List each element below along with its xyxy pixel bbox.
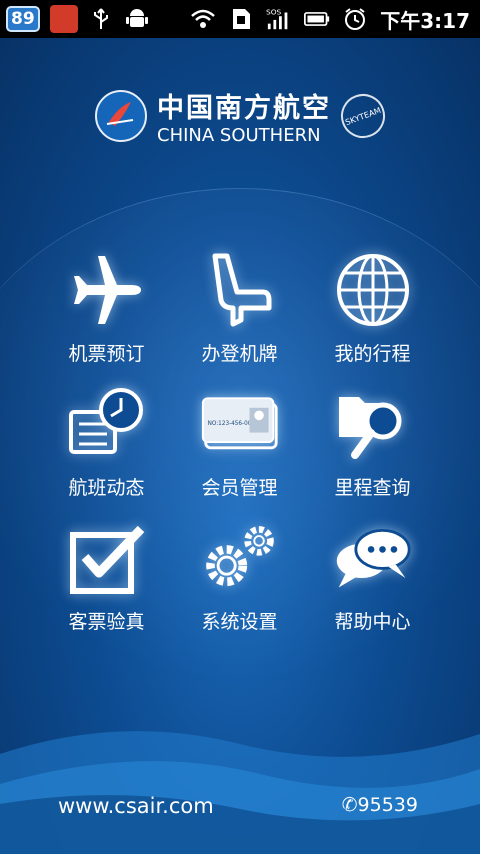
wifi-icon: [190, 6, 216, 32]
folder-search-icon: [333, 384, 413, 463]
notification-badge[interactable]: 89: [6, 6, 40, 32]
hotline-number: 95539: [357, 794, 418, 816]
android-debug-icon: [124, 6, 150, 32]
clock: 下午3:17: [380, 8, 470, 33]
main-menu: 机票预订 办登机牌 我的行程 航班动态 NO:123-456-00 会员管理 里…: [40, 250, 440, 634]
phone-icon: ✆: [341, 794, 358, 816]
hotline[interactable]: ✆95539: [342, 794, 418, 816]
menu-label: 客票验真: [68, 611, 145, 633]
globe-icon: [333, 250, 413, 329]
status-bar: 89 SOS 下午3:17: [0, 0, 480, 38]
flight-clock-icon: [67, 384, 147, 463]
menu-mileage-query[interactable]: 里程查询: [306, 384, 439, 500]
card-number: NO:123-456-00: [207, 420, 251, 426]
brand-name: 中国南方航空 CHINA SOUTHERN: [157, 86, 331, 146]
menu-label: 我的行程: [334, 343, 411, 365]
brand-name-cn: 中国南方航空: [157, 93, 331, 124]
website-link[interactable]: www.csair.com: [58, 794, 214, 818]
menu-system-settings[interactable]: 系统设置: [173, 518, 306, 634]
china-southern-logo-icon: [95, 90, 147, 142]
menu-label: 里程查询: [334, 477, 411, 499]
airplane-icon: [67, 250, 147, 329]
menu-my-itinerary[interactable]: 我的行程: [306, 250, 439, 366]
gears-icon: [200, 518, 280, 597]
skyteam-label: SKYTEAM: [343, 105, 383, 127]
menu-label: 会员管理: [201, 477, 278, 499]
menu-label: 办登机牌: [201, 343, 278, 365]
usb-icon: [88, 6, 114, 32]
brand-name-en: CHINA SOUTHERN: [157, 125, 321, 146]
sim-data-icon: [228, 6, 254, 32]
seat-icon: [200, 250, 280, 329]
app-notification-icon[interactable]: [49, 5, 78, 33]
chat-bubbles-icon: [333, 518, 413, 597]
checkbox-icon: [67, 518, 147, 597]
brand-header: 中国南方航空 CHINA SOUTHERN SKYTEAM: [0, 76, 480, 156]
menu-ticket-booking[interactable]: 机票预订: [40, 250, 173, 366]
menu-label: 航班动态: [68, 477, 145, 499]
menu-help-center[interactable]: 帮助中心: [306, 518, 439, 634]
menu-member-management[interactable]: NO:123-456-00 会员管理: [173, 384, 306, 500]
footer: www.csair.com ✆95539: [0, 794, 480, 824]
skyteam-logo-icon: SKYTEAM: [334, 87, 392, 145]
menu-flight-status[interactable]: 航班动态: [40, 384, 173, 500]
menu-label: 系统设置: [201, 611, 278, 633]
bottom-wave: [0, 731, 480, 854]
svg-text:SOS: SOS: [266, 7, 282, 16]
menu-label: 机票预订: [68, 343, 145, 365]
battery-icon: [304, 6, 330, 32]
menu-label: 帮助中心: [334, 611, 411, 633]
member-card-icon: NO:123-456-00: [200, 384, 280, 463]
app-screen: 中国南方航空 CHINA SOUTHERN SKYTEAM 机票预订 办登机牌: [0, 38, 480, 854]
menu-boarding-pass[interactable]: 办登机牌: [173, 250, 306, 366]
menu-ticket-verification[interactable]: 客票验真: [40, 518, 173, 634]
signal-sos-icon: SOS: [266, 6, 292, 32]
alarm-icon: [342, 6, 368, 32]
